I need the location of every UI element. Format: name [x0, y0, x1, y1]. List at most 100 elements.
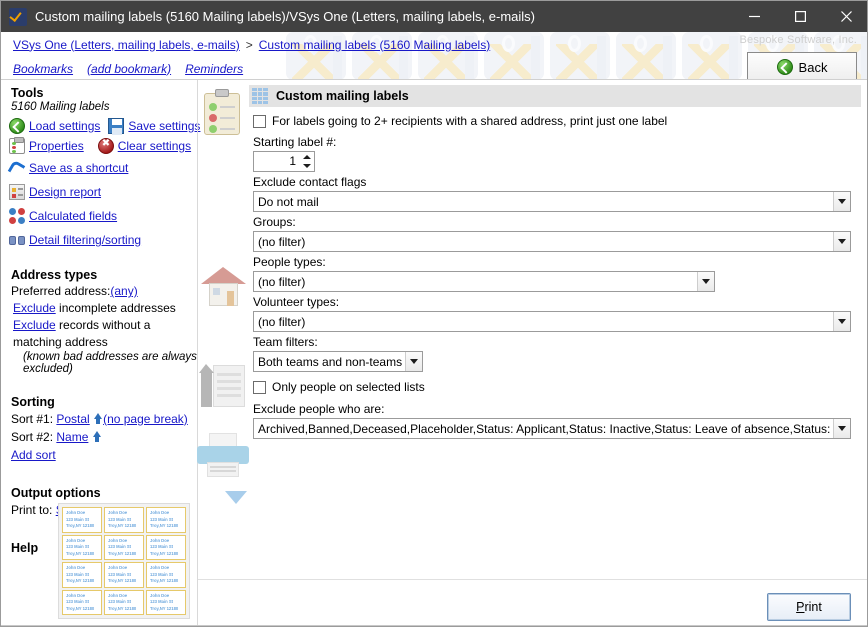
breadcrumb: VSys One (Letters, mailing labels, e-mai… — [13, 32, 490, 57]
output-options-heading: Output options — [11, 486, 197, 500]
tools-heading: Tools — [11, 86, 197, 100]
bottom-divider — [1, 625, 867, 626]
exclude-nomatch-link[interactable]: Exclude — [13, 318, 56, 332]
detail-filtering-row[interactable]: Detail filtering/sorting — [9, 230, 197, 250]
print-button[interactable]: Print — [767, 593, 851, 621]
design-report-row[interactable]: Design report — [9, 182, 197, 202]
window-title: Custom mailing labels (5160 Mailing labe… — [35, 1, 535, 32]
stepper-down-icon[interactable] — [299, 162, 314, 172]
bookmarks-link[interactable]: Bookmarks — [13, 62, 73, 76]
save-settings-link[interactable]: Save settings — [128, 119, 200, 133]
clear-settings-row[interactable]: Clear settings — [98, 136, 191, 156]
volunteer-types-dropdown[interactable]: (no filter) — [253, 311, 851, 332]
footer-divider — [198, 579, 867, 580]
groups-value: (no filter) — [254, 235, 833, 249]
sort-2-field[interactable]: Name — [56, 430, 88, 444]
only-selected-lists-checkbox[interactable] — [253, 381, 266, 394]
people-types-label: People types: — [253, 255, 715, 269]
properties-link[interactable]: Properties — [29, 139, 84, 153]
sort-1-pagebreak[interactable]: (no page break) — [103, 412, 188, 426]
exclude-incomplete-text: incomplete addresses — [59, 301, 176, 315]
report-designer-icon — [9, 184, 25, 200]
print-button-accelerator: P — [796, 600, 804, 614]
preview-label: John Doe123 Main StTroy,NY 12180 — [146, 562, 186, 588]
watermark-logo — [682, 32, 742, 80]
calculated-fields-icon — [9, 208, 25, 224]
people-types-dropdown[interactable]: (no filter) — [253, 271, 715, 292]
tools-subtitle: 5160 Mailing labels — [11, 101, 197, 113]
starting-label-value[interactable]: 1 — [254, 152, 299, 171]
floppy-disk-icon — [108, 118, 124, 134]
sort-ascending-icon[interactable] — [92, 431, 102, 442]
application-window: Custom mailing labels (5160 Mailing labe… — [0, 0, 868, 627]
shared-address-checkbox-row[interactable]: For labels going to 2+ recipients with a… — [253, 114, 667, 128]
back-button[interactable]: Back — [747, 52, 857, 80]
stepper-up-icon[interactable] — [299, 152, 314, 162]
preferred-address-label: Preferred address: — [11, 284, 110, 298]
preview-label: John Doe123 Main StTroy,NY 12180 — [104, 535, 144, 561]
exclude-contact-flags-dropdown[interactable]: Do not mail — [253, 191, 851, 212]
preview-label: John Doe123 Main StTroy,NY 12180 — [146, 535, 186, 561]
green-back-arrow-icon — [9, 118, 25, 134]
volunteer-types-value: (no filter) — [254, 315, 833, 329]
properties-row[interactable]: Properties — [9, 136, 84, 156]
header-strip: VSys One (Letters, mailing labels, e-mai… — [1, 32, 867, 80]
chevron-down-icon[interactable] — [833, 312, 850, 331]
only-selected-lists-row[interactable]: Only people on selected lists — [253, 380, 425, 394]
sort-document-illustration-icon — [201, 365, 245, 407]
breadcrumb-item-root[interactable]: VSys One (Letters, mailing labels, e-mai… — [13, 38, 240, 52]
sort-1-label: Sort #1: — [11, 412, 53, 426]
branding-text: Bespoke Software, Inc. — [739, 34, 857, 46]
preview-label: John Doe123 Main StTroy,NY 12180 — [62, 535, 102, 561]
save-settings-row[interactable]: Save settings — [108, 116, 200, 136]
detail-filtering-link[interactable]: Detail filtering/sorting — [29, 233, 141, 247]
binoculars-icon — [9, 232, 25, 248]
reminders-link[interactable]: Reminders — [185, 62, 243, 76]
exclude-people-dropdown[interactable]: Archived,Banned,Deceased,Placeholder,Sta… — [253, 418, 851, 439]
sort-1-field[interactable]: Postal — [56, 412, 89, 426]
maximize-icon[interactable] — [777, 1, 823, 32]
calculated-fields-row[interactable]: Calculated fields — [9, 206, 197, 226]
triangle-down-icon[interactable] — [225, 491, 247, 504]
design-report-link[interactable]: Design report — [29, 185, 101, 199]
sort-ascending-icon[interactable] — [93, 413, 103, 424]
starting-label-stepper[interactable]: 1 — [253, 151, 315, 172]
exclude-contact-flags-value: Do not mail — [254, 195, 833, 209]
add-bookmark-link[interactable]: (add bookmark) — [87, 62, 171, 76]
chevron-down-icon[interactable] — [833, 192, 850, 211]
back-arrow-icon — [777, 59, 793, 75]
groups-dropdown[interactable]: (no filter) — [253, 231, 851, 252]
save-as-shortcut-link[interactable]: Save as a shortcut — [29, 161, 128, 175]
breadcrumb-separator: > — [246, 38, 253, 52]
chevron-down-icon[interactable] — [405, 352, 422, 371]
title-bar: Custom mailing labels (5160 Mailing labe… — [1, 1, 868, 32]
preview-label: John Doe123 Main StTroy,NY 12180 — [62, 590, 102, 616]
print-button-label: rint — [804, 600, 821, 614]
add-sort-link[interactable]: Add sort — [11, 448, 56, 462]
add-sort-row: Add sort — [11, 446, 197, 464]
exclude-nomatch-row: Exclude records without a matching addre… — [13, 317, 197, 351]
bookmark-bar: Bookmarks (add bookmark) Reminders — [13, 57, 243, 80]
sidebar-divider — [197, 80, 198, 626]
load-settings-row[interactable]: Load settings — [9, 116, 100, 136]
shared-address-checkbox[interactable] — [253, 115, 266, 128]
breadcrumb-item-current[interactable]: Custom mailing labels (5160 Mailing labe… — [259, 38, 490, 52]
load-settings-link[interactable]: Load settings — [29, 119, 100, 133]
label-grid-icon — [252, 88, 268, 104]
team-filters-value: Both teams and non-teams — [254, 355, 405, 369]
exclude-incomplete-link[interactable]: Exclude — [13, 301, 56, 315]
save-shortcut-row[interactable]: Save as a shortcut — [9, 158, 197, 178]
chevron-down-icon[interactable] — [833, 419, 850, 438]
preferred-address-value[interactable]: (any) — [110, 284, 137, 298]
clear-settings-link[interactable]: Clear settings — [118, 139, 191, 153]
exclude-people-label: Exclude people who are: — [253, 402, 851, 416]
clipboard-illustration-icon — [204, 89, 240, 135]
calculated-fields-link[interactable]: Calculated fields — [29, 209, 117, 223]
exclude-people-value: Archived,Banned,Deceased,Placeholder,Sta… — [254, 422, 833, 436]
chevron-down-icon[interactable] — [833, 232, 850, 251]
chevron-down-icon[interactable] — [697, 272, 714, 291]
team-filters-dropdown[interactable]: Both teams and non-teams — [253, 351, 423, 372]
close-icon[interactable] — [823, 1, 868, 32]
blue-curved-arrow-icon — [9, 160, 25, 176]
minimize-icon[interactable] — [731, 1, 777, 32]
